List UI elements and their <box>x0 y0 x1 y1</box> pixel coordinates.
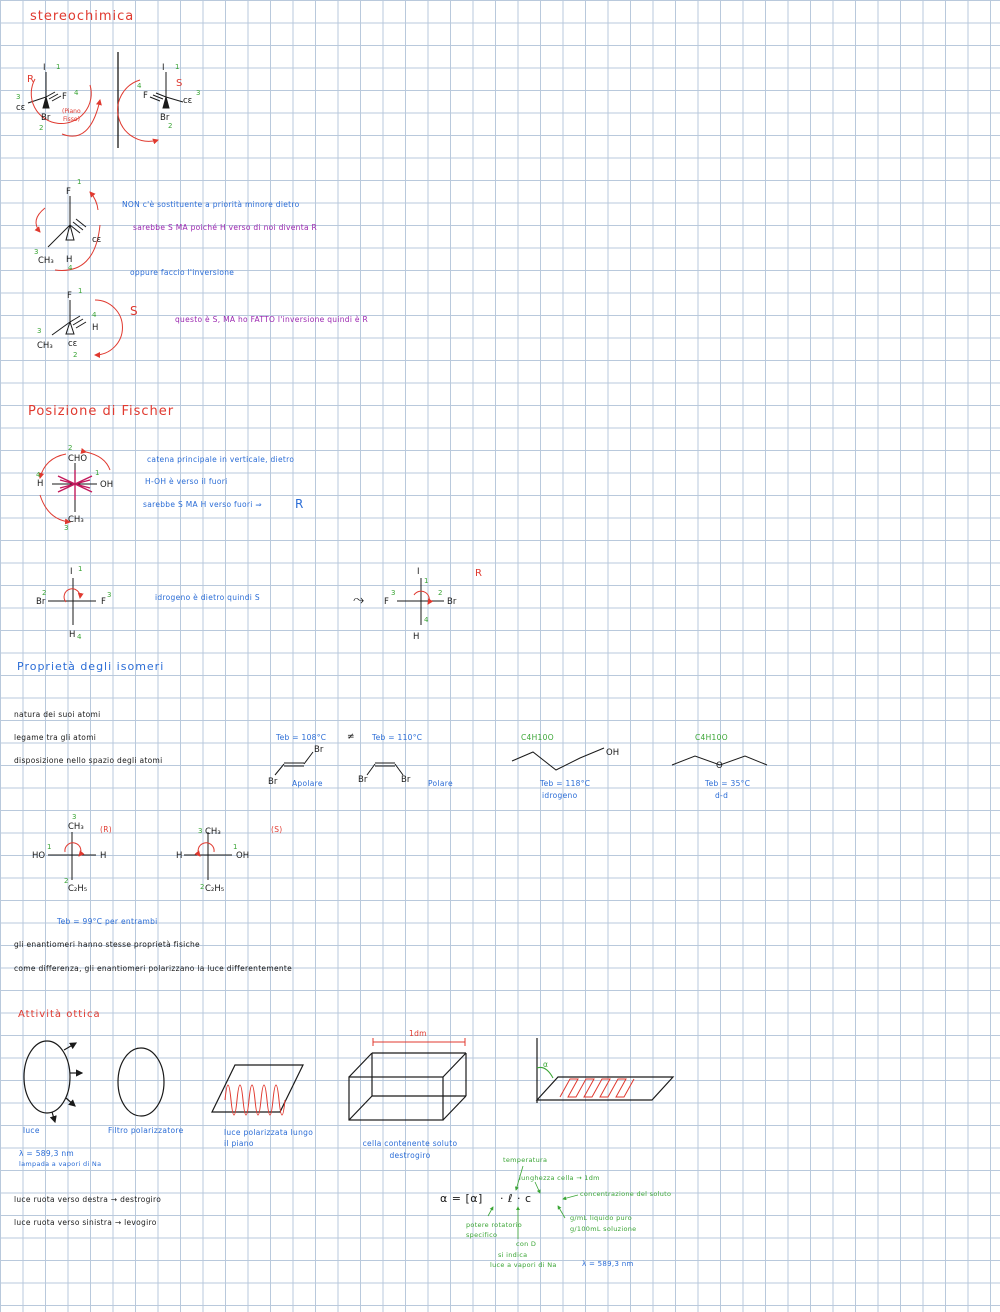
svg-text:4: 4 <box>92 311 97 319</box>
svg-text:1: 1 <box>78 565 82 573</box>
svg-text:CH₃: CH₃ <box>205 827 221 837</box>
fischer-3 <box>397 578 444 625</box>
molecule-left <box>27 72 92 125</box>
svg-text:1: 1 <box>175 63 179 71</box>
svg-text:H: H <box>413 632 419 642</box>
svg-text:Br: Br <box>358 775 368 785</box>
svg-text:1: 1 <box>233 843 237 851</box>
svg-text:Br: Br <box>314 745 324 755</box>
svg-text:3: 3 <box>107 591 111 599</box>
svg-text:cε: cε <box>16 103 26 113</box>
sample-cell <box>348 1052 467 1121</box>
fischer-enantiomer-s <box>184 832 232 880</box>
svg-text:F: F <box>67 291 72 301</box>
svg-text:C₂H₅: C₂H₅ <box>68 884 87 894</box>
svg-text:3: 3 <box>16 93 20 101</box>
dibromo-cis <box>366 762 404 776</box>
svg-text:C₂H₅: C₂H₅ <box>205 884 224 894</box>
svg-text:F: F <box>62 92 67 102</box>
svg-text:2: 2 <box>73 351 77 359</box>
svg-text:H: H <box>100 851 106 861</box>
light-source <box>23 1040 84 1124</box>
svg-text:3: 3 <box>34 248 38 256</box>
svg-text:Br: Br <box>401 775 411 785</box>
svg-text:F: F <box>143 91 148 101</box>
svg-text:3: 3 <box>37 327 41 335</box>
svg-text:Br: Br <box>41 113 51 123</box>
svg-text:H: H <box>176 851 182 861</box>
svg-text:4: 4 <box>137 82 142 90</box>
svg-text:4: 4 <box>36 471 41 479</box>
svg-text:Fisso): Fisso) <box>63 116 80 123</box>
svg-text:CHO: CHO <box>68 454 87 464</box>
svg-text:3: 3 <box>64 524 68 532</box>
svg-text:1: 1 <box>56 63 60 71</box>
fischer-2 <box>48 578 96 625</box>
svg-text:3: 3 <box>391 589 395 597</box>
svg-text:2: 2 <box>168 122 172 130</box>
svg-text:CH₃: CH₃ <box>68 822 84 832</box>
formula-arrows <box>487 1165 579 1239</box>
dm-dimension <box>372 1038 466 1046</box>
handwritten-drawings: I 1 R F 4 3 cε Br 2 (Piano Fisso) I 1 S … <box>16 52 768 1239</box>
svg-text:cε: cε <box>92 235 102 245</box>
butanol-zigzag <box>511 747 605 771</box>
svg-text:Br: Br <box>268 777 278 787</box>
svg-text:Br: Br <box>36 597 46 607</box>
svg-text:1: 1 <box>77 178 81 186</box>
svg-text:2: 2 <box>68 444 72 452</box>
svg-text:OH: OH <box>606 748 619 758</box>
svg-text:1: 1 <box>47 843 51 851</box>
svg-text:CH₃: CH₃ <box>68 515 84 525</box>
svg-text:cε: cε <box>68 339 78 349</box>
svg-text:2: 2 <box>438 589 442 597</box>
svg-text:CH₃: CH₃ <box>38 256 54 266</box>
svg-text:H: H <box>37 479 43 489</box>
svg-text:3: 3 <box>196 89 200 97</box>
svg-text:4: 4 <box>424 616 429 624</box>
svg-text:O: O <box>716 761 723 771</box>
svg-text:1: 1 <box>95 469 99 477</box>
svg-text:H: H <box>92 323 98 333</box>
svg-text:1: 1 <box>424 577 428 585</box>
svg-text:I: I <box>43 63 46 73</box>
svg-text:cε: cε <box>183 96 193 106</box>
svg-text:HO: HO <box>32 851 45 861</box>
polarized-plane <box>211 1064 304 1116</box>
svg-text:2: 2 <box>64 877 68 885</box>
svg-text:I: I <box>70 567 73 577</box>
polarizing-filter <box>117 1047 165 1117</box>
svg-text:H: H <box>69 630 75 640</box>
svg-text:(Piano: (Piano <box>62 108 81 115</box>
svg-text:F: F <box>101 597 106 607</box>
svg-text:Br: Br <box>447 597 457 607</box>
svg-text:I: I <box>162 63 165 73</box>
svg-text:4: 4 <box>74 89 79 97</box>
svg-text:⤳: ⤳ <box>353 592 364 608</box>
svg-text:2: 2 <box>200 883 204 891</box>
svg-text:4: 4 <box>77 633 82 641</box>
dibromo-trans <box>274 751 314 776</box>
svg-text:F: F <box>66 187 71 197</box>
svg-text:R: R <box>27 74 34 85</box>
molecule-4 <box>51 299 123 358</box>
svg-text:3: 3 <box>198 827 202 835</box>
svg-text:2: 2 <box>39 124 43 132</box>
svg-text:2: 2 <box>42 589 46 597</box>
svg-text:3: 3 <box>72 813 76 821</box>
svg-text:I: I <box>417 567 420 577</box>
svg-text:OH: OH <box>236 851 249 861</box>
fischer-enantiomer-r <box>48 832 96 880</box>
svg-text:4: 4 <box>68 264 73 272</box>
svg-text:S: S <box>176 78 182 89</box>
svg-text:OH: OH <box>100 480 113 490</box>
svg-text:CH₃: CH₃ <box>37 341 53 351</box>
svg-text:1: 1 <box>78 287 82 295</box>
svg-text:F: F <box>384 597 389 607</box>
molecule-right <box>117 72 184 145</box>
rotated-plane <box>535 1038 675 1103</box>
